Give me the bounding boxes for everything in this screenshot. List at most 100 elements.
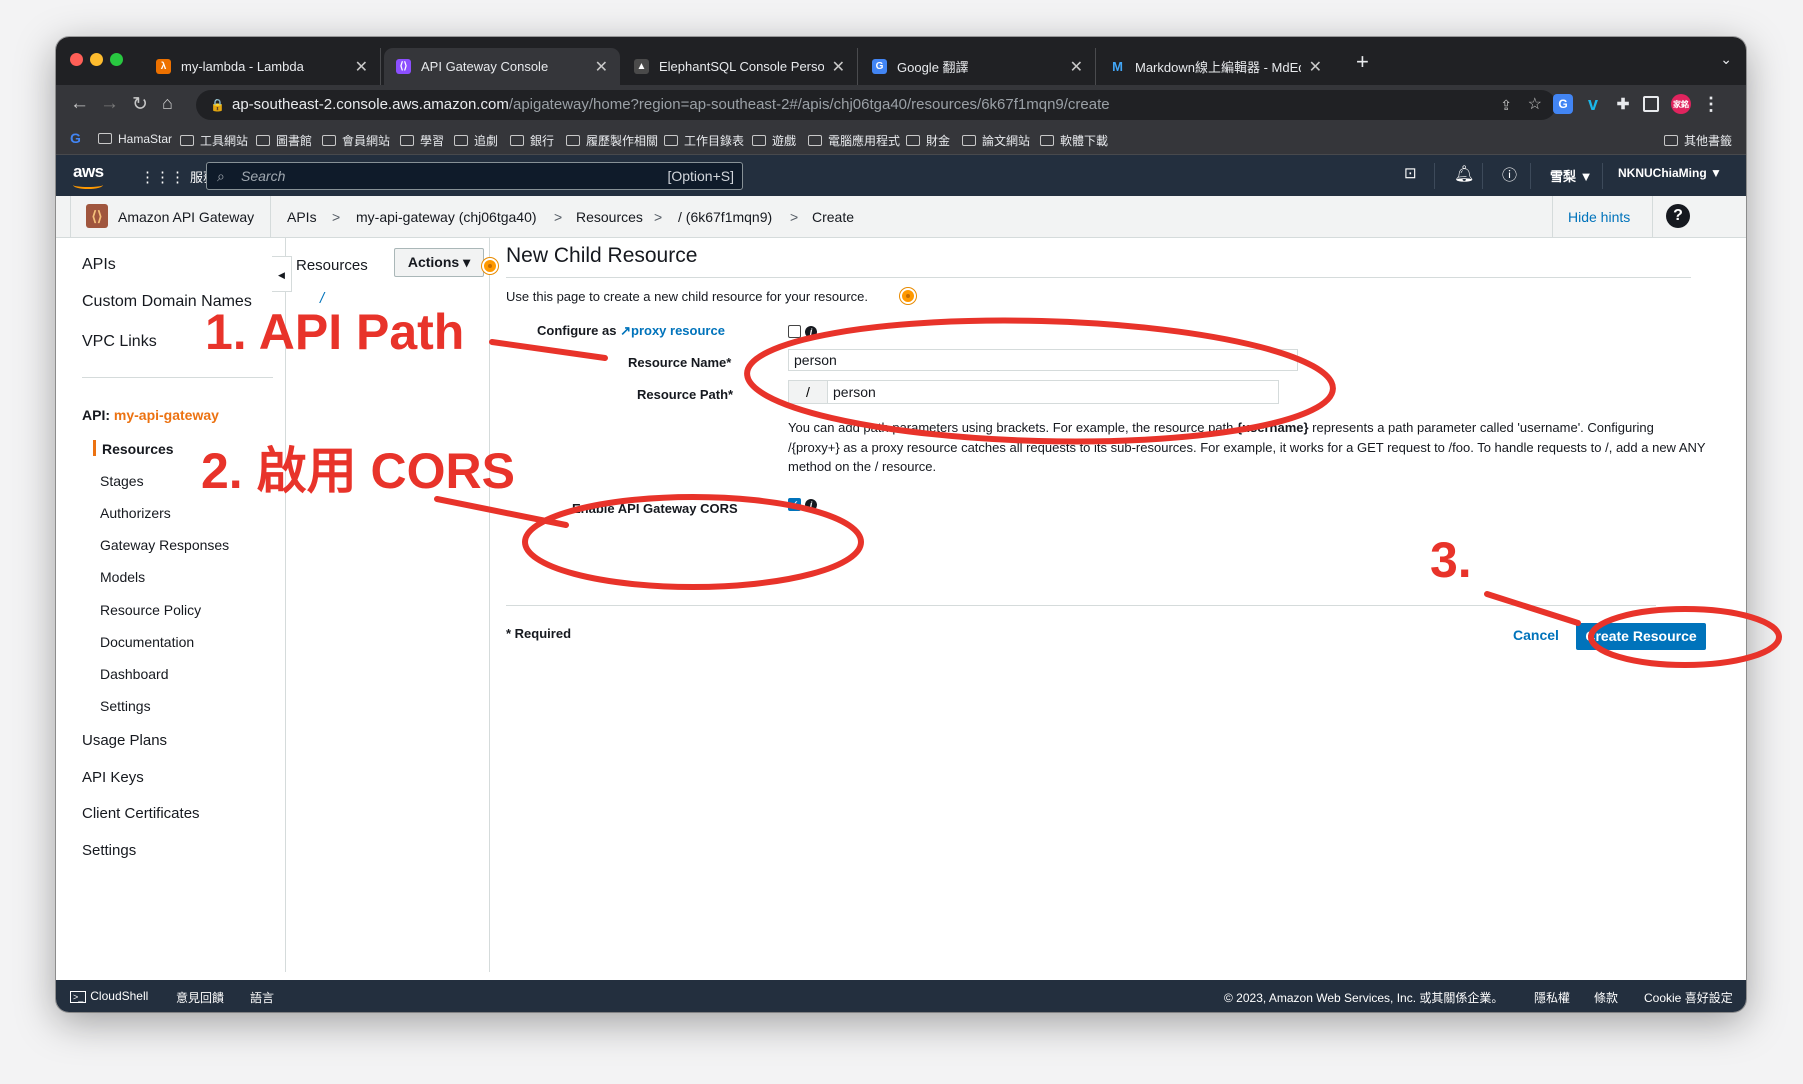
create-resource-button[interactable]: Create Resource xyxy=(1576,623,1706,650)
nav-api-keys[interactable]: API Keys xyxy=(82,769,144,786)
nav-api-settings[interactable]: Settings xyxy=(100,698,151,714)
google-icon[interactable]: G xyxy=(70,130,81,146)
bookmark-folder[interactable]: 會員網站 xyxy=(322,132,390,149)
close-window-button[interactable] xyxy=(70,53,83,66)
close-icon[interactable]: ✕ xyxy=(595,57,608,77)
hint-dot-icon[interactable] xyxy=(900,288,916,304)
resource-name-input[interactable]: person xyxy=(788,349,1298,371)
tab-title: Google 翻譯 xyxy=(897,60,969,75)
nav-api-name[interactable]: my-api-gateway xyxy=(114,407,219,423)
footer-terms[interactable]: 條款 xyxy=(1594,989,1618,1006)
nav-stages[interactable]: Stages xyxy=(100,473,144,489)
nav-documentation[interactable]: Documentation xyxy=(100,634,194,650)
proxy-resource-checkbox[interactable] xyxy=(788,325,801,338)
folder-icon xyxy=(1664,135,1678,146)
close-icon[interactable]: ✕ xyxy=(832,57,845,77)
nav-resources[interactable]: Resources xyxy=(102,441,174,457)
breadcrumb-apis[interactable]: APIs xyxy=(287,209,317,225)
nav-gateway-responses[interactable]: Gateway Responses xyxy=(100,537,229,553)
region-menu[interactable]: 雪梨 ▼ xyxy=(1550,166,1592,185)
new-tab-button[interactable]: + xyxy=(1356,49,1369,75)
bookmark-folder[interactable]: 履歷製作相關 xyxy=(566,132,658,149)
forward-icon[interactable]: → xyxy=(100,93,119,115)
help-icon[interactable]: ⓘ xyxy=(1502,164,1517,185)
nav-dashboard[interactable]: Dashboard xyxy=(100,666,169,682)
puzzle-extensions-icon[interactable]: ✚ xyxy=(1613,94,1633,114)
bookmark-folder[interactable]: 銀行 xyxy=(510,132,554,149)
cancel-button[interactable]: Cancel xyxy=(1513,627,1559,643)
breadcrumb-api[interactable]: my-api-gateway (chj06tga40) xyxy=(356,209,537,225)
bookmark-folder[interactable]: 工具網站 xyxy=(180,132,248,149)
profile-avatar[interactable]: 家銘 xyxy=(1671,94,1691,114)
browser-window: λ my-lambda - Lambda ✕ ⟨⟩ API Gateway Co… xyxy=(56,37,1746,1012)
bookmark-folder[interactable]: 圖書館 xyxy=(256,132,312,149)
bookmark-folder[interactable]: HamaStar xyxy=(98,132,172,146)
nav-authorizers[interactable]: Authorizers xyxy=(100,505,171,521)
vimeo-extension-icon[interactable]: v xyxy=(1583,94,1603,114)
nav-apis[interactable]: APIs xyxy=(82,256,116,274)
search-input[interactable]: ⌕ Search [Option+S] xyxy=(206,162,743,190)
minimize-window-button[interactable] xyxy=(90,53,103,66)
nav-models[interactable]: Models xyxy=(100,569,145,585)
breadcrumb-resources[interactable]: Resources xyxy=(576,209,643,225)
maximize-window-button[interactable] xyxy=(110,53,123,66)
bookmark-folder[interactable]: 論文網站 xyxy=(962,132,1030,149)
tab-api-gateway[interactable]: ⟨⟩ API Gateway Console ✕ xyxy=(384,48,620,85)
footer-cloudshell[interactable]: >_ CloudShell xyxy=(70,989,148,1003)
collapse-panel-button[interactable]: ◀ xyxy=(272,256,292,292)
share-icon[interactable]: ⇪ xyxy=(1500,90,1512,120)
tab-elephantsql[interactable]: ▲ ElephantSQL Console Personal ✕ xyxy=(622,48,858,85)
hide-hints-link[interactable]: Hide hints xyxy=(1568,209,1630,225)
tab-google-translate[interactable]: G Google 翻譯 ✕ xyxy=(860,48,1096,85)
services-menu[interactable]: ⋮⋮⋮ 服務 xyxy=(140,167,216,186)
tab-search-icon[interactable]: ⌄ xyxy=(1720,51,1732,68)
bookmark-folder[interactable]: 工作目錄表 xyxy=(664,132,744,149)
enable-cors-checkbox[interactable]: ✓ xyxy=(788,498,801,511)
translate-extension-icon[interactable]: G xyxy=(1553,94,1573,114)
nav-resource-policy[interactable]: Resource Policy xyxy=(100,602,201,618)
bookmark-folder[interactable]: 遊戲 xyxy=(752,132,796,149)
nav-settings[interactable]: Settings xyxy=(82,842,136,859)
nav-usage-plans[interactable]: Usage Plans xyxy=(82,732,167,749)
footer-feedback[interactable]: 意見回饋 xyxy=(176,989,224,1006)
bookmark-folder[interactable]: 軟體下載 xyxy=(1040,132,1108,149)
info-icon[interactable]: i xyxy=(805,326,817,338)
bookmark-folder[interactable]: 追劇 xyxy=(454,132,498,149)
account-menu[interactable]: NKNUChiaMing ▼ xyxy=(1618,166,1722,180)
sidebar-icon[interactable] xyxy=(1643,96,1659,112)
actions-dropdown-button[interactable]: Actions ▾ xyxy=(394,248,484,277)
tab-lambda[interactable]: λ my-lambda - Lambda ✕ xyxy=(144,48,381,85)
footer-cookies[interactable]: Cookie 喜好設定 xyxy=(1644,989,1733,1006)
footer-language[interactable]: 語言 xyxy=(250,989,274,1006)
tab-title: my-lambda - Lambda xyxy=(181,59,304,74)
cloudshell-icon[interactable]: ⊡ xyxy=(1404,164,1417,182)
footer-privacy[interactable]: 隱私權 xyxy=(1534,989,1570,1006)
nav-client-certificates[interactable]: Client Certificates xyxy=(82,805,200,822)
nav-vpc-links[interactable]: VPC Links xyxy=(82,333,157,351)
resource-path-input[interactable]: person xyxy=(827,380,1279,404)
info-icon[interactable]: i xyxy=(805,499,817,511)
bell-icon[interactable]: 🔔︎ xyxy=(1454,164,1474,184)
bookmark-folder-other[interactable]: 其他書籤 xyxy=(1664,132,1732,149)
search-icon: ⌕ xyxy=(217,168,225,184)
back-icon[interactable]: ← xyxy=(70,93,89,115)
close-icon[interactable]: ✕ xyxy=(355,57,368,77)
proxy-resource-link[interactable]: proxy resource xyxy=(631,323,725,338)
bookmark-folder[interactable]: 學習 xyxy=(400,132,444,149)
close-icon[interactable]: ✕ xyxy=(1309,57,1322,77)
breadcrumb-resource[interactable]: / (6k67f1mqn9) xyxy=(678,209,772,225)
reload-icon[interactable]: ↻ xyxy=(132,93,148,116)
home-icon[interactable]: ⌂ xyxy=(162,93,173,114)
chrome-menu-icon[interactable]: ⋮ xyxy=(1701,94,1721,114)
tab-mdeditor[interactable]: M Markdown線上編輯器 - MdEditor ✕ xyxy=(1098,48,1334,85)
bookmark-folder[interactable]: 電腦應用程式 xyxy=(808,132,900,149)
help-circle-icon[interactable]: ? xyxy=(1666,204,1690,228)
close-icon[interactable]: ✕ xyxy=(1070,57,1083,77)
bookmark-star-icon[interactable]: ☆ xyxy=(1528,90,1542,120)
divider xyxy=(1602,163,1603,189)
breadcrumb-service[interactable]: Amazon API Gateway xyxy=(118,209,254,225)
hint-dot-icon[interactable] xyxy=(482,258,498,274)
bookmark-folder[interactable]: 財金 xyxy=(906,132,950,149)
url-field[interactable]: 🔒 ap-southeast-2.console.aws.amazon.com/a… xyxy=(196,90,1556,120)
aws-logo[interactable]: aws xyxy=(73,162,104,189)
